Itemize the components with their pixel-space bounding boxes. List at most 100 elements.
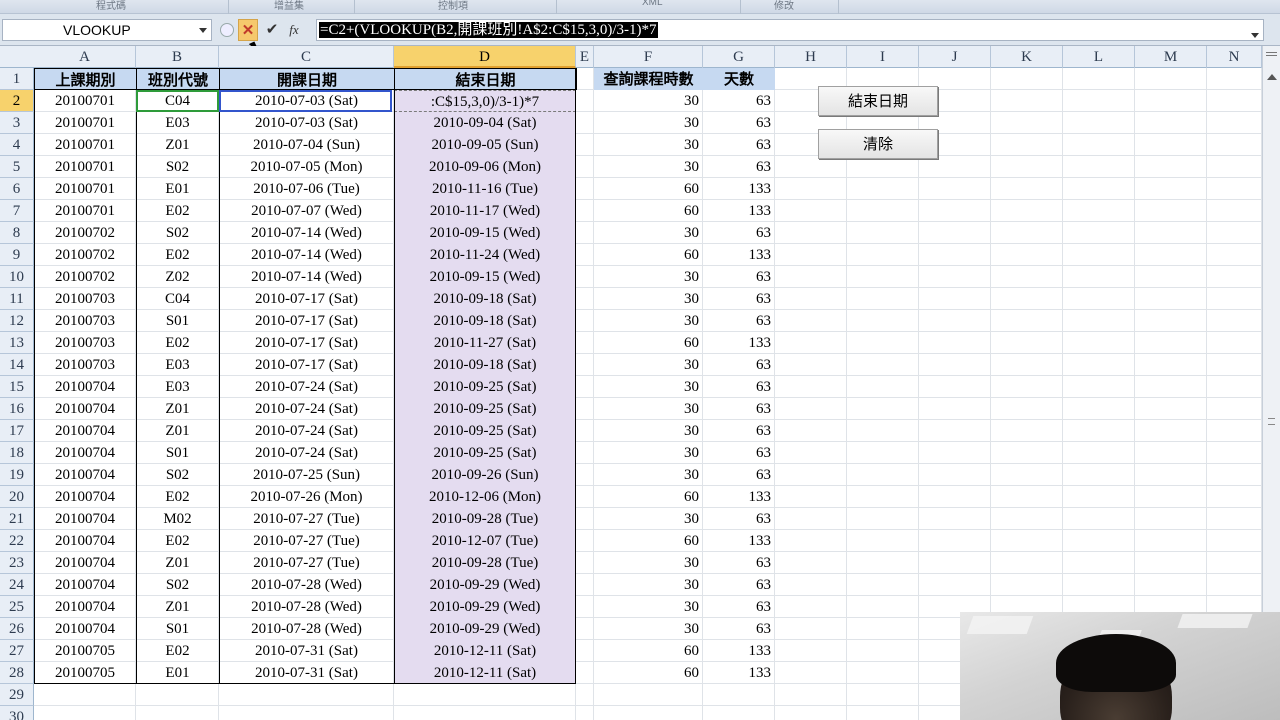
cell-period[interactable]: 20100702 bbox=[34, 244, 136, 266]
cell-period[interactable]: 20100701 bbox=[34, 112, 136, 134]
cell-end-date[interactable]: 2010-09-18 (Sat) bbox=[394, 310, 576, 332]
column-header-m[interactable]: M bbox=[1135, 46, 1207, 68]
cell-course-hours[interactable]: 30 bbox=[594, 90, 703, 112]
cell-end-date[interactable]: 2010-12-11 (Sat) bbox=[394, 640, 576, 662]
cell-period[interactable]: 20100702 bbox=[34, 266, 136, 288]
cell-start-date[interactable]: 2010-07-05 (Mon) bbox=[219, 156, 394, 178]
cell-start-date[interactable]: 2010-07-17 (Sat) bbox=[219, 332, 394, 354]
cell-days[interactable]: 63 bbox=[703, 574, 775, 596]
cell-days[interactable]: 133 bbox=[703, 530, 775, 552]
cell-course-hours[interactable]: 30 bbox=[594, 398, 703, 420]
cell-class-code[interactable]: E01 bbox=[136, 178, 219, 200]
cell-period[interactable]: 20100702 bbox=[34, 222, 136, 244]
cell-class-code[interactable]: Z01 bbox=[136, 552, 219, 574]
cell-start-date[interactable]: 2010-07-24 (Sat) bbox=[219, 398, 394, 420]
cell-days[interactable]: 133 bbox=[703, 200, 775, 222]
row-header[interactable]: 5 bbox=[0, 156, 34, 178]
cell-end-date[interactable]: 2010-09-25 (Sat) bbox=[394, 420, 576, 442]
cell-days[interactable]: 63 bbox=[703, 596, 775, 618]
insert-function-icon[interactable]: fx bbox=[284, 19, 304, 41]
cell-end-date[interactable]: 2010-09-29 (Wed) bbox=[394, 618, 576, 640]
cell-course-hours[interactable]: 60 bbox=[594, 530, 703, 552]
cell-end-date[interactable]: 2010-09-25 (Sat) bbox=[394, 376, 576, 398]
cell-start-date[interactable]: 2010-07-17 (Sat) bbox=[219, 310, 394, 332]
cell-class-code[interactable]: S01 bbox=[136, 310, 219, 332]
check-icon[interactable]: ✔ bbox=[262, 19, 282, 41]
cell-class-code[interactable]: Z02 bbox=[136, 266, 219, 288]
row-header[interactable]: 22 bbox=[0, 530, 34, 552]
cell-days[interactable]: 63 bbox=[703, 156, 775, 178]
cell-days[interactable]: 133 bbox=[703, 332, 775, 354]
cell-period[interactable]: 20100704 bbox=[34, 618, 136, 640]
cell-class-code[interactable]: E03 bbox=[136, 376, 219, 398]
cell-end-date[interactable]: 2010-09-04 (Sat) bbox=[394, 112, 576, 134]
cell-class-code[interactable]: S02 bbox=[136, 222, 219, 244]
cell-end-date[interactable]: 2010-09-26 (Sun) bbox=[394, 464, 576, 486]
cell-end-date[interactable]: 2010-09-29 (Wed) bbox=[394, 574, 576, 596]
cell-days[interactable]: 63 bbox=[703, 618, 775, 640]
row-header[interactable]: 11 bbox=[0, 288, 34, 310]
cell-course-hours[interactable]: 30 bbox=[594, 222, 703, 244]
column-header-c[interactable]: C bbox=[219, 46, 394, 68]
cell-period[interactable]: 20100701 bbox=[34, 178, 136, 200]
cell-start-date[interactable]: 2010-07-07 (Wed) bbox=[219, 200, 394, 222]
row-header[interactable]: 30 bbox=[0, 706, 34, 720]
cell-days[interactable]: 63 bbox=[703, 288, 775, 310]
row-header[interactable]: 21 bbox=[0, 508, 34, 530]
row-header[interactable]: 12 bbox=[0, 310, 34, 332]
column-header-a[interactable]: A bbox=[34, 46, 136, 68]
cell-period[interactable]: 20100705 bbox=[34, 640, 136, 662]
cell-days[interactable]: 63 bbox=[703, 552, 775, 574]
row-header[interactable]: 17 bbox=[0, 420, 34, 442]
cell-days[interactable]: 63 bbox=[703, 420, 775, 442]
cell-editing-d2[interactable]: :C$15,3,0)/3-1)*7 bbox=[394, 90, 576, 112]
cell-course-hours[interactable]: 30 bbox=[594, 508, 703, 530]
cell-course-hours[interactable]: 30 bbox=[594, 288, 703, 310]
cell-end-date[interactable]: 2010-09-18 (Sat) bbox=[394, 354, 576, 376]
cell-days[interactable]: 63 bbox=[703, 398, 775, 420]
row-header[interactable]: 19 bbox=[0, 464, 34, 486]
row-header[interactable]: 23 bbox=[0, 552, 34, 574]
cell-course-hours[interactable]: 30 bbox=[594, 156, 703, 178]
cell-course-hours[interactable]: 30 bbox=[594, 376, 703, 398]
row-header[interactable]: 3 bbox=[0, 112, 34, 134]
column-header-l[interactable]: L bbox=[1063, 46, 1135, 68]
name-box[interactable]: VLOOKUP bbox=[2, 19, 212, 41]
cell-class-code[interactable]: Z01 bbox=[136, 596, 219, 618]
cell-period[interactable]: 20100701 bbox=[34, 90, 136, 112]
row-header[interactable]: 1 bbox=[0, 68, 34, 90]
cell-course-hours[interactable]: 30 bbox=[594, 552, 703, 574]
cell-end-date[interactable]: 2010-09-15 (Wed) bbox=[394, 266, 576, 288]
cell-class-code[interactable]: Z01 bbox=[136, 420, 219, 442]
cell-class-code[interactable]: S02 bbox=[136, 464, 219, 486]
cell-class-code[interactable]: C04 bbox=[136, 90, 219, 112]
cell-period[interactable]: 20100704 bbox=[34, 376, 136, 398]
cell-period[interactable]: 20100705 bbox=[34, 662, 136, 684]
cell-period[interactable]: 20100704 bbox=[34, 486, 136, 508]
column-header-g[interactable]: G bbox=[703, 46, 775, 68]
cell-start-date[interactable]: 2010-07-26 (Mon) bbox=[219, 486, 394, 508]
column-header-h[interactable]: H bbox=[775, 46, 847, 68]
cell-days[interactable]: 63 bbox=[703, 310, 775, 332]
row-header[interactable]: 7 bbox=[0, 200, 34, 222]
column-header-j[interactable]: J bbox=[919, 46, 991, 68]
cell-course-hours[interactable]: 30 bbox=[594, 310, 703, 332]
cell-class-code[interactable]: E02 bbox=[136, 332, 219, 354]
row-header[interactable]: 16 bbox=[0, 398, 34, 420]
cell-course-hours[interactable]: 30 bbox=[594, 596, 703, 618]
cell-class-code[interactable]: E02 bbox=[136, 244, 219, 266]
cell-course-hours[interactable]: 60 bbox=[594, 662, 703, 684]
cell-period[interactable]: 20100704 bbox=[34, 596, 136, 618]
cell-period[interactable]: 20100703 bbox=[34, 310, 136, 332]
row-header[interactable]: 4 bbox=[0, 134, 34, 156]
header-cell-c[interactable]: 開課日期 bbox=[219, 68, 395, 90]
row-header[interactable]: 8 bbox=[0, 222, 34, 244]
cell-start-date[interactable]: 2010-07-27 (Tue) bbox=[219, 530, 394, 552]
cell-end-date[interactable]: 2010-09-28 (Tue) bbox=[394, 508, 576, 530]
cancel-icon[interactable]: ✕ bbox=[238, 19, 258, 41]
cell-course-hours[interactable]: 30 bbox=[594, 618, 703, 640]
cell-end-date[interactable]: 2010-12-11 (Sat) bbox=[394, 662, 576, 684]
split-handle-icon[interactable] bbox=[1266, 52, 1277, 56]
cell-end-date[interactable]: 2010-09-25 (Sat) bbox=[394, 442, 576, 464]
cell-days[interactable]: 63 bbox=[703, 90, 775, 112]
